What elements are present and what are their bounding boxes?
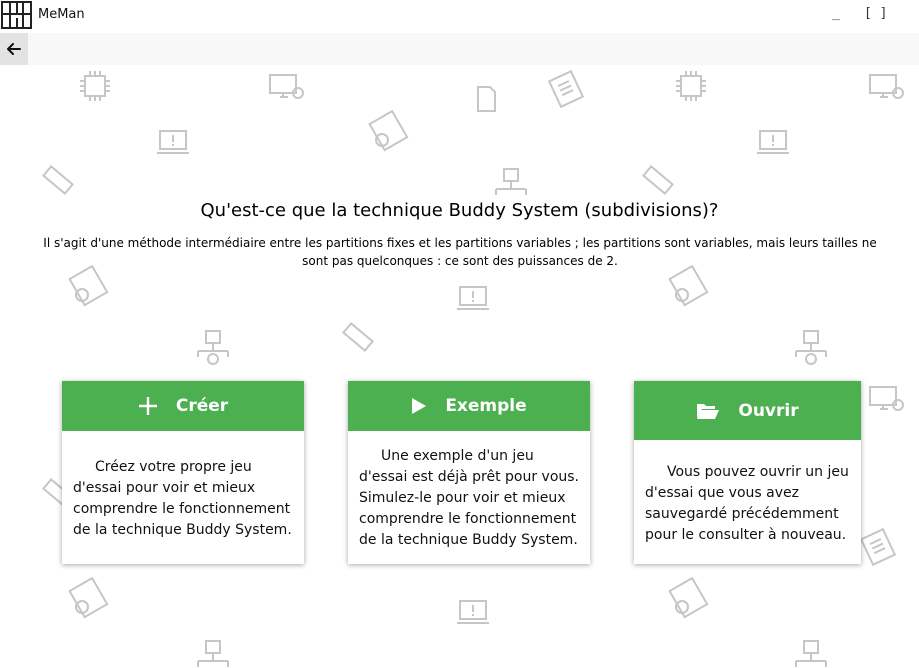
arrow-left-icon <box>7 43 21 55</box>
create-button-label: Créer <box>175 396 229 416</box>
create-card-text: Créez votre propre jeu d'essai pour voir… <box>73 459 292 538</box>
warning-laptop-icon <box>457 600 489 624</box>
network-icon <box>197 640 229 667</box>
example-card-text: Une exemple d'un jeu d'essai est déjà pr… <box>359 448 580 548</box>
monitor-icon <box>269 74 304 99</box>
example-button[interactable]: Exemple <box>348 381 590 431</box>
back-button[interactable] <box>0 33 28 65</box>
title-bar: MeMan _ [ ] <box>0 0 919 32</box>
example-card[interactable]: Exemple Une exemple d'un jeu d'essai est… <box>348 381 590 564</box>
open-card[interactable]: Ouvrir Vous pouvez ouvrir un jeu d'essai… <box>634 381 861 564</box>
create-button[interactable]: Créer <box>62 381 304 431</box>
plus-icon <box>138 396 158 416</box>
maximize-button[interactable]: [ ] <box>864 6 887 21</box>
page-title: Qu'est-ce que la technique Buddy System … <box>200 200 719 221</box>
document-icon <box>859 527 897 567</box>
open-button-label: Ouvrir <box>738 400 799 421</box>
settings-document-icon <box>68 265 109 307</box>
memory-card-icon <box>477 86 496 112</box>
example-button-label: Exemple <box>445 396 527 416</box>
open-card-text: Vous pouvez ouvrir un jeu d'essai que vo… <box>645 464 849 543</box>
document-icon <box>547 69 585 109</box>
app-logo-icon <box>1 1 32 29</box>
settings-document-icon <box>668 577 709 619</box>
network-icon <box>495 168 527 195</box>
ram-stick-icon <box>42 164 74 196</box>
background-pattern <box>0 65 919 668</box>
minimize-button[interactable]: _ <box>832 6 840 21</box>
monitor-icon <box>869 386 904 411</box>
warning-laptop-icon <box>157 130 189 154</box>
monitor-icon <box>869 74 904 99</box>
warning-laptop-icon <box>457 286 489 310</box>
settings-document-icon <box>368 110 409 152</box>
open-button[interactable]: Ouvrir <box>634 381 861 440</box>
warning-laptop-icon <box>757 130 789 154</box>
network-icon <box>197 330 229 365</box>
network-icon <box>795 330 827 365</box>
create-card[interactable]: Créer Créez votre propre jeu d'essai pou… <box>62 381 304 564</box>
chip-icon <box>676 71 706 101</box>
chip-icon <box>80 71 110 101</box>
ram-stick-icon <box>642 164 674 196</box>
network-icon <box>795 640 827 667</box>
nav-bar <box>0 33 919 65</box>
settings-document-icon <box>668 265 709 307</box>
folder-open-icon <box>696 402 720 420</box>
app-title: MeMan <box>38 7 85 22</box>
ram-stick-icon <box>342 321 374 353</box>
play-icon <box>411 397 427 415</box>
settings-document-icon <box>68 577 109 619</box>
page-description: Il s'agit d'une méthode intermédiaire en… <box>43 236 877 268</box>
